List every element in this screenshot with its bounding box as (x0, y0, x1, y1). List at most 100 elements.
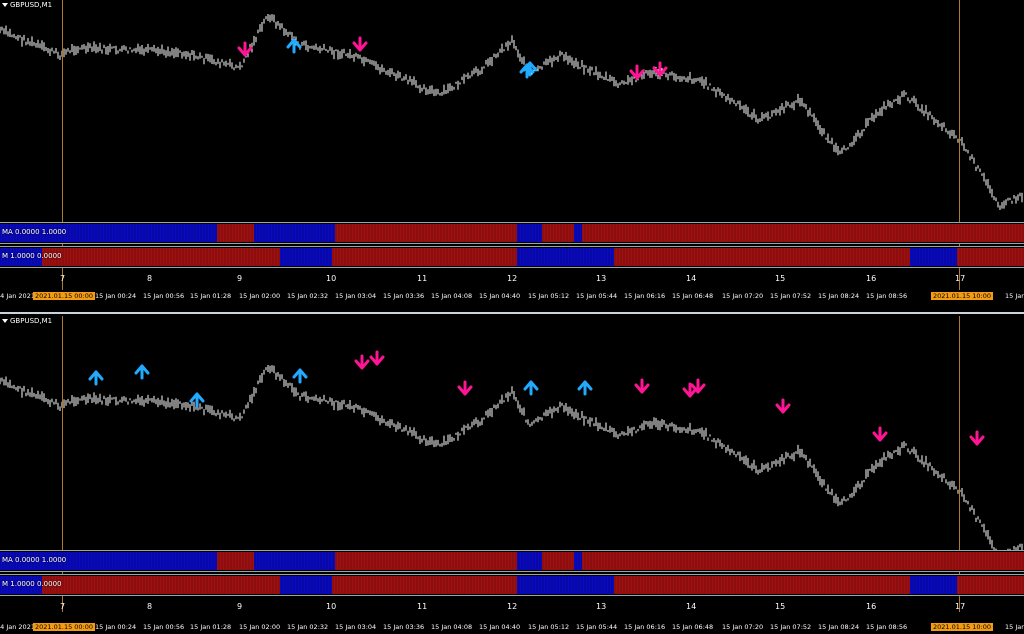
signal-sell-arrow[interactable] (969, 430, 985, 446)
day-number-label: 8 (147, 602, 153, 611)
indicator-band-ma-top[interactable]: MA 0.0000 1.0000 (0, 222, 1024, 244)
day-number-label: 10 (326, 602, 337, 611)
time-axis-label: 15 Jan 07:52 (770, 623, 812, 631)
day-number-label: 15 (775, 274, 786, 283)
time-axis-label: 14 Jan 2021 (0, 623, 35, 631)
time-axis-label: 15 Jan 02:00 (239, 623, 281, 631)
band-segment-blue (517, 224, 542, 242)
time-axis-label: 2021.01.15 00:00 (33, 292, 96, 300)
signal-sell-arrow[interactable] (775, 398, 791, 414)
indicator-band-m-top[interactable]: M 1.0000 0.0000 (0, 246, 1024, 268)
time-axis-top: 14 Jan 20212021.01.15 00:0015 Jan 00:24 1… (0, 292, 1024, 302)
price-bars (0, 365, 1023, 550)
signal-buy-arrow[interactable] (577, 380, 593, 396)
band-segment-blue (574, 224, 582, 242)
time-axis-label: 15 Jan 03:36 (383, 292, 425, 300)
band-segment-red (217, 224, 254, 242)
time-axis-label: 14 Jan 2021 (0, 292, 35, 300)
time-axis-label: 15 Jan 03:04 (335, 292, 377, 300)
time-axis-label: 15 Jan 08:24 (818, 623, 860, 631)
indicator-label-m: M 1.0000 0.0000 (2, 252, 62, 260)
time-axis-label: 2021.01.15 10:00 (931, 623, 994, 631)
time-axis-label: 15 Jan 04:08 (431, 623, 473, 631)
signal-buy-arrow[interactable] (292, 368, 308, 384)
day-axis-top: 7 8 9 10 11 12 13 14 15 16 17 (0, 274, 1024, 284)
day-number-label: 10 (326, 274, 337, 283)
day-number-label: 12 (507, 274, 518, 283)
time-axis-bottom: 14 Jan 20212021.01.15 00:0015 Jan 00:24 1… (0, 623, 1024, 633)
time-axis-label: 15 Jan 03:36 (383, 623, 425, 631)
time-axis-label: 15 Jan 02:32 (287, 292, 329, 300)
price-chart-top[interactable] (0, 0, 1024, 222)
time-axis-label: 15 Jan 06:16 (624, 292, 666, 300)
day-number-label: 9 (237, 274, 243, 283)
time-axis-label: 15 Jan 07:52 (770, 292, 812, 300)
day-number-label: 8 (147, 274, 153, 283)
day-number-label: 14 (686, 602, 697, 611)
time-axis-label: 15 Jan 00:24 (95, 623, 137, 631)
time-axis-label: 15 Jan 05:44 (576, 292, 618, 300)
time-axis-label: 15 Jan 07:20 (722, 623, 764, 631)
signal-sell-arrow[interactable] (457, 380, 473, 396)
day-number-label: 11 (417, 274, 428, 283)
day-number-label: 7 (60, 602, 66, 611)
time-axis-label: 15 Jan 05:44 (576, 623, 618, 631)
time-axis-label: 15 Jan 07:20 (722, 292, 764, 300)
time-axis-label: 15 Jan 04:40 (479, 292, 521, 300)
signal-sell-arrow[interactable] (634, 378, 650, 394)
day-number-label: 9 (237, 602, 243, 611)
indicator-band-m-bottom[interactable]: M 1.0000 0.0000 (0, 574, 1024, 596)
band-segment-blue (517, 248, 614, 266)
day-number-label: 16 (866, 274, 877, 283)
chart-panel-top[interactable]: GBPUSD,M1 MA 0.0000 1.0000 M 1.0000 0.00… (0, 0, 1024, 314)
band-segment-red (217, 552, 254, 570)
chart-panel-bottom[interactable]: GBPUSD,M1 MA 0.0000 1.0000 M 1.0000 0.00… (0, 316, 1024, 634)
time-axis-label: 2021.01.15 10:00 (931, 292, 994, 300)
time-axis-label: 15 Jan 00:56 (143, 292, 185, 300)
signal-buy-arrow[interactable] (189, 392, 205, 408)
time-axis-label: 15 Jan 04:40 (479, 623, 521, 631)
signal-sell-arrow[interactable] (352, 36, 368, 52)
time-axis-label: 15 Jan 08:56 (866, 292, 908, 300)
time-axis-label: 15 Jan 01:28 (190, 623, 232, 631)
day-number-label: 13 (596, 602, 607, 611)
time-axis-label: 15 Jan 02:32 (287, 623, 329, 631)
signal-buy-arrow[interactable] (88, 370, 104, 386)
signal-buy-arrow[interactable] (134, 364, 150, 380)
time-axis-label: 15 Jan 04:08 (431, 292, 473, 300)
time-axis-label: 15 Jan 06:16 (624, 623, 666, 631)
price-bars (0, 14, 1023, 210)
signal-sell-arrow[interactable] (237, 41, 253, 57)
time-axis-label: 15 Jan 02:00 (239, 292, 281, 300)
day-number-label: 14 (686, 274, 697, 283)
day-number-label: 15 (775, 602, 786, 611)
signal-buy-arrow[interactable] (523, 380, 539, 396)
time-axis-label: 15 Jan 05:12 (528, 292, 570, 300)
day-number-label: 12 (507, 602, 518, 611)
day-number-label: 17 (955, 602, 966, 611)
time-axis-label: 15 Jan (1005, 292, 1024, 300)
day-number-label: 11 (417, 602, 428, 611)
day-number-label: 7 (60, 274, 66, 283)
band-segment-blue (517, 576, 614, 594)
time-axis-label: 15 Jan 03:04 (335, 623, 377, 631)
time-axis-label: 15 Jan 05:12 (528, 623, 570, 631)
time-axis-label: 15 Jan 06:48 (672, 292, 714, 300)
day-number-label: 17 (955, 274, 966, 283)
price-chart-bottom[interactable] (0, 316, 1024, 550)
indicator-band-ma-bottom[interactable]: MA 0.0000 1.0000 (0, 550, 1024, 572)
signal-sell-arrow[interactable] (629, 64, 645, 80)
indicator-label-ma: MA 0.0000 1.0000 (2, 228, 67, 236)
time-axis-label: 15 Jan 00:24 (95, 292, 137, 300)
signal-sell-arrow[interactable] (369, 350, 385, 366)
band-segment-blue (574, 552, 582, 570)
signal-sell-arrow[interactable] (872, 426, 888, 442)
day-number-label: 16 (866, 602, 877, 611)
time-axis-label: 15 Jan 08:24 (818, 292, 860, 300)
time-axis-label: 15 Jan 06:48 (672, 623, 714, 631)
signal-sell-arrow[interactable] (354, 354, 370, 370)
indicator-label-ma: MA 0.0000 1.0000 (2, 556, 67, 564)
panel-divider[interactable] (0, 312, 1024, 314)
time-axis-label: 15 Jan 08:56 (866, 623, 908, 631)
time-axis-label: 15 Jan (1005, 623, 1024, 631)
